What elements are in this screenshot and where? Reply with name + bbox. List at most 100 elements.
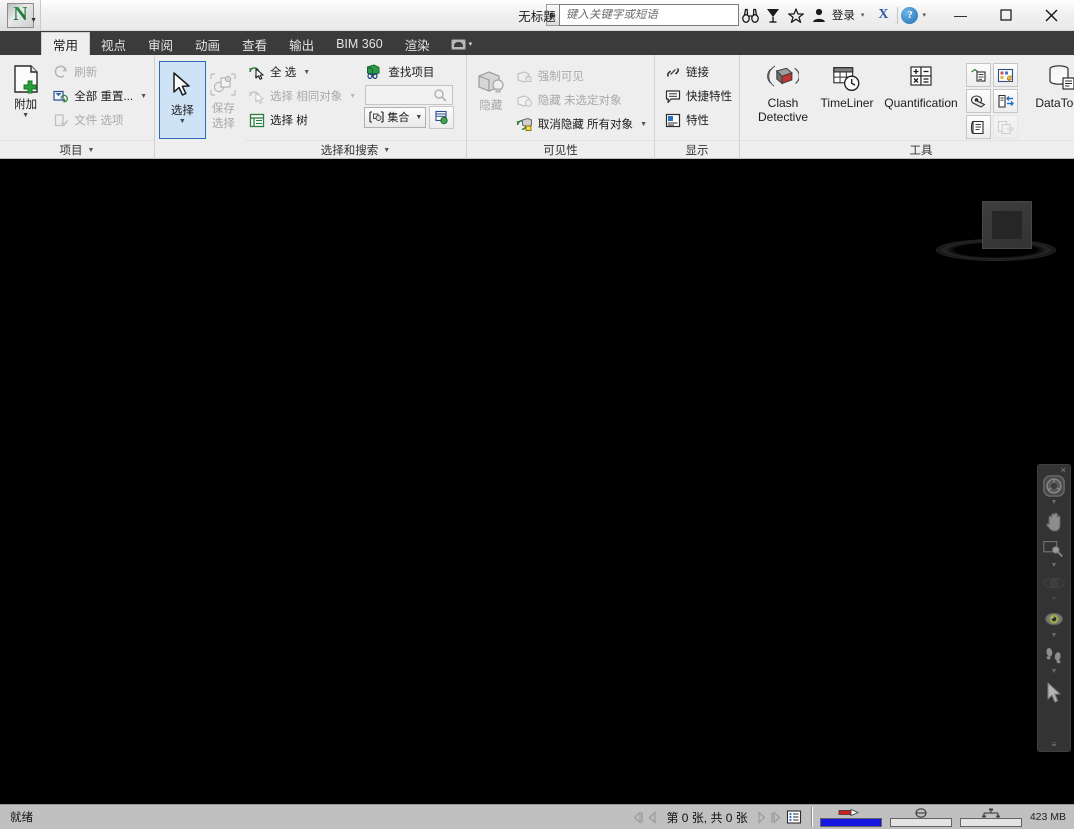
reset-all-caret-icon[interactable]: ▼: [140, 93, 147, 100]
orbit-button[interactable]: ▼: [1037, 571, 1071, 603]
quick-find-input[interactable]: [365, 85, 454, 105]
search-input[interactable]: [565, 9, 738, 21]
previous-sheet-button[interactable]: [645, 808, 660, 826]
append-button[interactable]: 附加 ▼: [4, 59, 47, 120]
panel-title-display-text: 显示: [685, 145, 709, 157]
properties-button[interactable]: 特性: [661, 108, 735, 132]
timeliner-button[interactable]: TimeLiner: [814, 60, 880, 110]
file-options-button[interactable]: 文件 选项: [49, 108, 150, 132]
signin-caret-icon[interactable]: ▾: [857, 11, 873, 19]
clash-detective-button[interactable]: Clash Detective: [752, 60, 814, 124]
quantification-button[interactable]: Quantification: [880, 60, 962, 110]
last-sheet-button[interactable]: [769, 808, 784, 826]
tab-review[interactable]: 审阅: [137, 33, 184, 55]
close-button[interactable]: [1028, 0, 1074, 31]
walk-caret-icon[interactable]: ▼: [1051, 668, 1058, 675]
sheet-browser-button[interactable]: [784, 808, 804, 826]
quick-properties-button[interactable]: 快捷特性: [661, 84, 735, 108]
find-items-button[interactable]: 查找项目: [363, 60, 462, 84]
panel-title-select-search-caret-icon[interactable]: ▼: [383, 147, 390, 154]
select-same-button[interactable]: 选择 相同对象 ▼: [245, 84, 363, 108]
compare-icon[interactable]: [966, 89, 991, 113]
infocenter-expand-icon[interactable]: ▶: [545, 4, 559, 26]
datatools-button[interactable]: DataTools: [1026, 60, 1074, 110]
sign-in-button[interactable]: 登录: [831, 7, 857, 23]
binoculars-icon[interactable]: [739, 3, 762, 27]
select-button-label: 选择: [170, 105, 194, 117]
tab-viewpoint[interactable]: 视点: [90, 33, 137, 55]
next-sheet-button[interactable]: [754, 808, 769, 826]
satellite-icon[interactable]: [762, 3, 785, 27]
view-cube-box[interactable]: [982, 201, 1032, 249]
tab-render[interactable]: 渲染: [394, 33, 441, 55]
save-selection-icon: [207, 69, 239, 101]
star-icon[interactable]: [785, 3, 808, 27]
tab-output[interactable]: 输出: [278, 33, 325, 55]
unhide-all-button[interactable]: 取消隐藏 所有对象 ▼: [513, 112, 650, 136]
switchback-icon[interactable]: [993, 89, 1018, 113]
unhide-all-caret-icon[interactable]: ▼: [640, 121, 647, 128]
manage-sets-button[interactable]: [429, 105, 455, 129]
sets-dropdown[interactable]: 集合 ▼: [364, 106, 427, 128]
view-cube[interactable]: [936, 197, 1056, 267]
select-all-button[interactable]: 全 选 ▼: [245, 60, 363, 84]
force-visible-button[interactable]: 强制可见: [513, 64, 650, 88]
first-sheet-button[interactable]: [630, 808, 645, 826]
clash-detective-icon: [767, 63, 799, 95]
3d-viewport[interactable]: × ▼ ▼ ▼ ▼ ▼ ≡: [0, 159, 1074, 804]
ribbon-minimize-icon[interactable]: [450, 38, 466, 50]
help-caret-icon[interactable]: ▾: [918, 11, 934, 19]
select-tool-button[interactable]: [1037, 681, 1071, 705]
navigation-bar-grip[interactable]: ≡: [1052, 741, 1057, 749]
maximize-button[interactable]: [983, 0, 1028, 31]
links-button[interactable]: 链接: [661, 60, 735, 84]
ribbon-options-caret-icon[interactable]: ▾: [469, 40, 473, 48]
walk-button[interactable]: ▼: [1037, 643, 1071, 675]
file-options-label: 文件 选项: [74, 115, 124, 127]
ribbon-display-options[interactable]: ▾: [441, 33, 483, 55]
tab-view[interactable]: 查看: [231, 33, 278, 55]
select-button[interactable]: 选择 ▼: [159, 61, 206, 139]
zoom-window-button[interactable]: ▼: [1037, 537, 1071, 569]
batch-utility-icon[interactable]: [993, 63, 1018, 87]
zoom-window-caret-icon[interactable]: ▼: [1051, 562, 1058, 569]
application-menu-button[interactable]: N ▼: [0, 0, 41, 31]
panel-title-project-caret-icon[interactable]: ▼: [88, 147, 95, 154]
search-input-wrapper[interactable]: [558, 4, 739, 26]
panel-title-select-search[interactable]: 选择和搜索 ▼: [245, 140, 466, 159]
panel-title-project-text: 项目: [59, 145, 83, 157]
panel-title-project[interactable]: 项目 ▼: [0, 140, 154, 159]
hide-unselected-button[interactable]: 隐藏 未选定对象: [513, 88, 650, 112]
selection-tree-button[interactable]: 选择 树: [245, 108, 363, 132]
pan-button[interactable]: [1037, 510, 1071, 534]
scripter-icon[interactable]: [966, 115, 991, 139]
steering-wheel-button[interactable]: ▼: [1037, 474, 1071, 506]
save-selection-button[interactable]: 保存 选择: [206, 61, 241, 131]
look-around-caret-icon[interactable]: ▼: [1051, 632, 1058, 639]
export-icon[interactable]: [993, 115, 1018, 139]
sets-dropdown-caret-icon[interactable]: ▼: [415, 114, 422, 121]
links-label: 链接: [686, 67, 709, 79]
help-icon[interactable]: ?: [901, 6, 919, 24]
refresh-button[interactable]: 刷新: [49, 60, 150, 84]
orbit-caret-icon[interactable]: ▼: [1051, 596, 1058, 603]
person-icon[interactable]: [808, 3, 831, 27]
appearance-profiler-icon[interactable]: [966, 63, 991, 87]
reset-all-button[interactable]: 全部 重置... ▼: [49, 84, 150, 108]
select-same-caret-icon[interactable]: ▼: [349, 93, 356, 100]
hide-button[interactable]: 隐藏: [471, 63, 511, 113]
status-divider: [810, 807, 813, 827]
autodesk-exchange-icon[interactable]: X: [872, 7, 894, 23]
tab-bim360[interactable]: BIM 360: [325, 33, 394, 55]
minimize-button[interactable]: —: [938, 0, 983, 31]
tab-home[interactable]: 常用: [41, 32, 91, 55]
look-around-button[interactable]: ▼: [1037, 607, 1071, 639]
tab-animation[interactable]: 动画: [184, 33, 231, 55]
steering-wheel-caret-icon[interactable]: ▼: [1051, 499, 1058, 506]
pencil-draw-icon: [820, 807, 882, 818]
force-visible-icon: [516, 68, 533, 85]
status-bar-right: 第 0 张, 共 0 张 423 MB: [630, 807, 1074, 827]
select-all-caret-icon[interactable]: ▼: [303, 69, 310, 76]
ribbon-panel-visibility: 隐藏 强制可见 隐藏 未选定对象 取消隐藏 所有对象 ▼ 可见性: [467, 55, 655, 159]
select-caret-icon[interactable]: ▼: [179, 118, 186, 126]
